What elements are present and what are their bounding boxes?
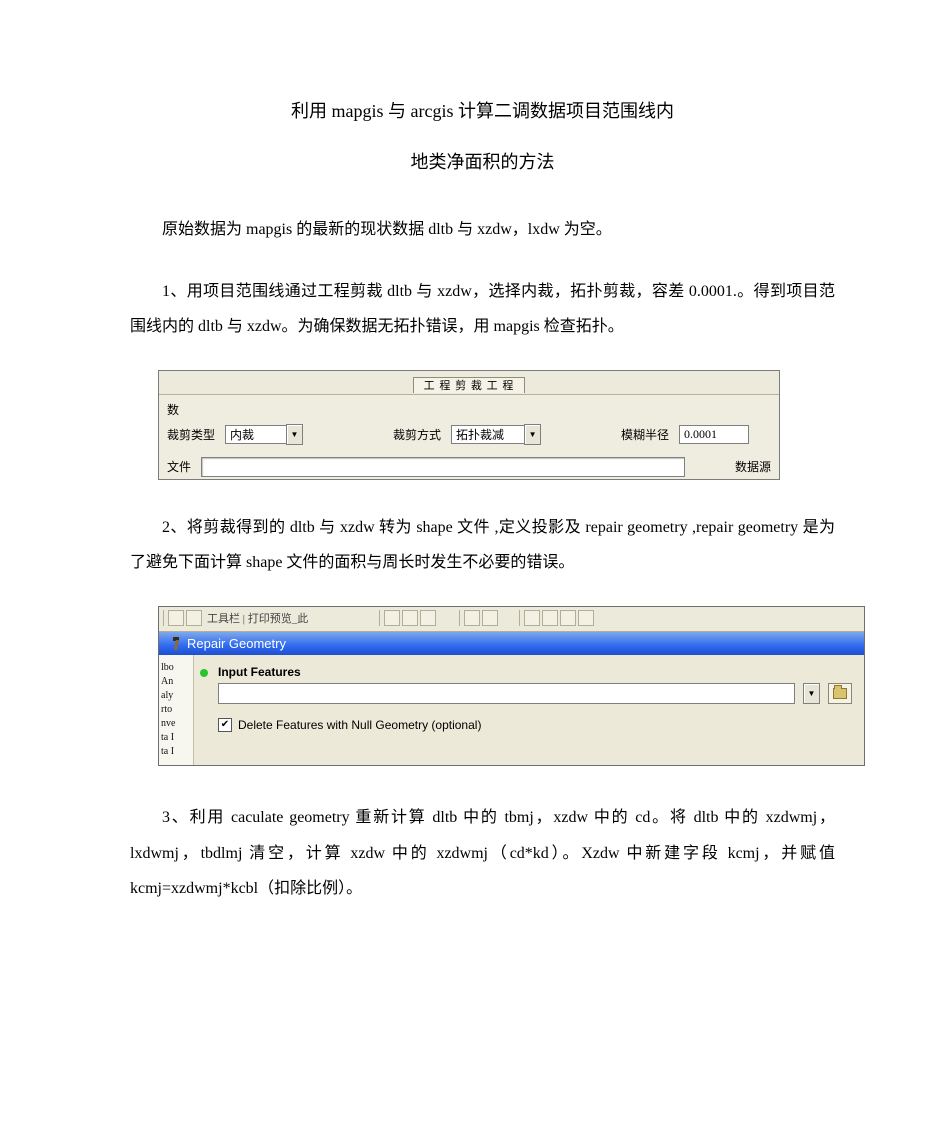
clip-project-panel: 工 程 剪 裁 工 程 数 裁剪类型 内裁 ▼ 裁剪方式 拓扑裁减 ▼ 模糊半径… xyxy=(158,370,780,480)
tree-node[interactable]: An xyxy=(161,675,191,689)
toolbar-button[interactable] xyxy=(560,610,576,626)
toolbar-button[interactable] xyxy=(186,610,202,626)
toolbar-button[interactable] xyxy=(420,610,436,626)
toolbar-button[interactable] xyxy=(384,610,400,626)
tree-node[interactable]: nve xyxy=(161,717,191,731)
clip-type-label: 裁剪类型 xyxy=(167,426,215,443)
tree-node[interactable]: aly xyxy=(161,689,191,703)
clip-project-title-button[interactable]: 工 程 剪 裁 工 程 xyxy=(413,377,525,393)
toolbar-button[interactable] xyxy=(168,610,184,626)
toolbar-button[interactable] xyxy=(542,610,558,626)
hammer-icon xyxy=(167,637,181,651)
tree-node[interactable]: rto xyxy=(161,703,191,717)
dialog-titlebar[interactable]: Repair Geometry xyxy=(159,632,864,655)
folder-icon xyxy=(833,688,847,699)
file-path-input[interactable] xyxy=(201,457,685,477)
clip-type-value: 内裁 xyxy=(225,425,286,444)
browse-button[interactable] xyxy=(828,683,852,704)
toolbar-button[interactable] xyxy=(578,610,594,626)
dialog-title-text: Repair Geometry xyxy=(187,636,286,651)
toolbar-button[interactable] xyxy=(464,610,480,626)
clip-mode-value: 拓扑裁减 xyxy=(451,425,524,444)
chevron-down-icon[interactable]: ▼ xyxy=(803,683,820,704)
datasource-label: 数据源 xyxy=(735,458,771,475)
input-features-label: Input Features xyxy=(218,665,852,679)
page-title: 利用 mapgis 与 arcgis 计算二调数据项目范围线内 xyxy=(130,90,835,133)
toolbar-button[interactable] xyxy=(524,610,540,626)
input-features-field[interactable] xyxy=(218,683,795,704)
page-subtitle: 地类净面积的方法 xyxy=(130,141,835,184)
fuzzy-radius-input[interactable]: 0.0001 xyxy=(679,425,749,444)
status-dot-icon xyxy=(200,669,208,677)
fuzzy-radius-label: 模糊半径 xyxy=(621,426,669,443)
delete-null-checkbox-label: Delete Features with Null Geometry (opti… xyxy=(238,718,481,732)
repair-geometry-window: 工具栏 | 打印预览_此 Repair Geometry xyxy=(158,606,865,766)
tree-node[interactable]: lbo xyxy=(161,661,191,675)
file-label: 文件 xyxy=(167,458,191,475)
paragraph-step-2: 2、将剪裁得到的 dltb 与 xzdw 转为 shape 文件 ,定义投影及 … xyxy=(130,510,835,580)
chevron-down-icon[interactable]: ▼ xyxy=(286,424,303,445)
toolbar-text: 工具栏 | 打印预览_此 xyxy=(207,610,308,626)
param-group-label: 数 xyxy=(167,401,771,418)
paragraph-step-1: 1、用项目范围线通过工程剪裁 dltb 与 xzdw，选择内裁，拓扑剪裁，容差 … xyxy=(130,274,835,344)
paragraph-step-3: 3、利用 caculate geometry 重新计算 dltb 中的 tbmj… xyxy=(130,800,835,906)
chevron-down-icon[interactable]: ▼ xyxy=(524,424,541,445)
toolbar-button[interactable] xyxy=(482,610,498,626)
tree-node[interactable]: ta I xyxy=(161,745,191,759)
delete-null-checkbox[interactable]: ✔ xyxy=(218,718,232,732)
clip-mode-label: 裁剪方式 xyxy=(393,426,441,443)
paragraph-intro: 原始数据为 mapgis 的最新的现状数据 dltb 与 xzdw，lxdw 为… xyxy=(130,212,835,247)
parent-toolbar: 工具栏 | 打印预览_此 xyxy=(159,607,864,632)
tree-node[interactable]: ta I xyxy=(161,731,191,745)
toolbox-tree[interactable]: lbo An aly rto nve ta I ta I xyxy=(159,655,194,765)
clip-mode-combo[interactable]: 拓扑裁减 ▼ xyxy=(451,424,541,445)
clip-type-combo[interactable]: 内裁 ▼ xyxy=(225,424,303,445)
toolbar-button[interactable] xyxy=(402,610,418,626)
